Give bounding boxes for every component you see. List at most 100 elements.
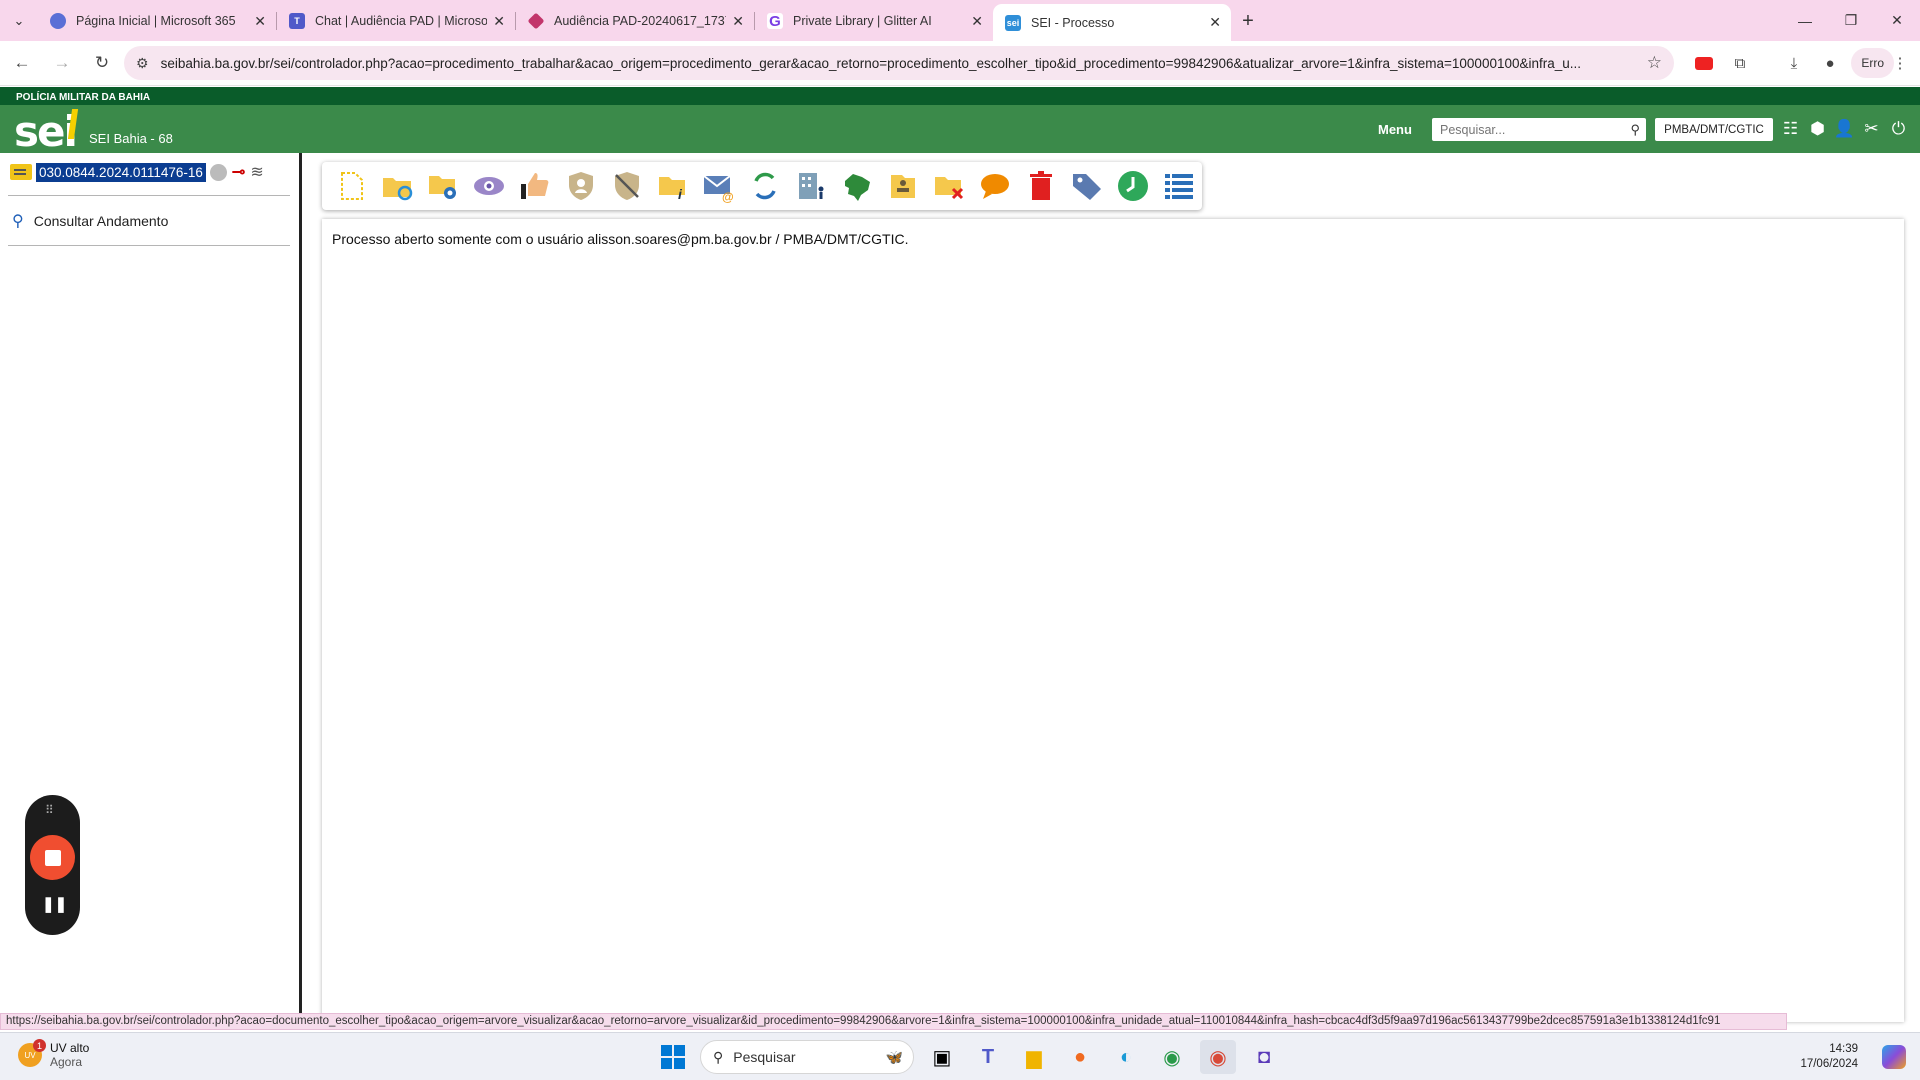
- browser-tab-glitter[interactable]: G Private Library | Glitter AI ✕: [755, 4, 993, 38]
- taskbar-search[interactable]: ⚲ Pesquisar 🦋: [700, 1040, 914, 1074]
- system-clock[interactable]: 14:39 17/06/2024: [1800, 1042, 1858, 1072]
- glitter-icon: G: [767, 13, 783, 30]
- microsoft365-icon: [50, 13, 66, 29]
- svg-text:@: @: [722, 190, 734, 203]
- stop-recording-button[interactable]: [30, 835, 75, 880]
- teams-app-icon[interactable]: T: [970, 1040, 1006, 1074]
- tab-title: Private Library | Glitter AI: [793, 14, 932, 28]
- browser-tab-microsoft365[interactable]: Página Inicial | Microsoft 365 ✕: [38, 4, 276, 38]
- tools-icon[interactable]: ✂: [1861, 117, 1882, 141]
- search-icon: ⚲: [12, 213, 24, 230]
- process-row[interactable]: 030.0844.2024.0111476-16 ⊸ ≋: [10, 162, 264, 182]
- site-settings-icon[interactable]: ⚙: [136, 55, 149, 72]
- back-arrow-icon[interactable]: ←: [4, 45, 40, 81]
- menu-button[interactable]: Menu: [1378, 122, 1412, 137]
- drag-handle-icon[interactable]: ⠿: [45, 803, 54, 817]
- shield-off-icon[interactable]: [608, 167, 646, 205]
- search-highlight-icon: 🦋: [885, 1048, 903, 1065]
- list-icon[interactable]: [1160, 167, 1198, 205]
- clock-date: 17/06/2024: [1800, 1058, 1858, 1070]
- taskbar-apps: ⚲ Pesquisar 🦋 ▣ T ▆ ● ◐ ◉ ◉ ◘: [656, 1040, 1282, 1074]
- file-explorer-icon[interactable]: ▆: [1016, 1040, 1052, 1074]
- omnibox[interactable]: ⚙ seibahia.ba.gov.br/sei/controlador.php…: [124, 46, 1674, 80]
- thumbs-up-icon[interactable]: [516, 167, 554, 205]
- weather-widget[interactable]: UV 1 UV alto Agora: [18, 1039, 89, 1069]
- refresh-icon[interactable]: [746, 167, 784, 205]
- forward-arrow-icon[interactable]: →: [44, 45, 80, 81]
- status-bar-url: https://seibahia.ba.gov.br/sei/controlad…: [0, 1013, 1787, 1030]
- tag-icon[interactable]: [1068, 167, 1106, 205]
- close-tab-icon[interactable]: ✕: [1209, 14, 1221, 31]
- process-number[interactable]: 030.0844.2024.0111476-16: [36, 162, 206, 182]
- new-tab-plus-icon[interactable]: +: [1231, 4, 1265, 38]
- folder-info-icon[interactable]: i: [654, 167, 692, 205]
- close-tab-icon[interactable]: ✕: [493, 13, 505, 30]
- sei-logo[interactable]: sei: [14, 107, 78, 156]
- profile-avatar-icon[interactable]: ●: [1818, 47, 1842, 79]
- comment-icon[interactable]: [976, 167, 1014, 205]
- tab-title: SEI - Processo: [1031, 15, 1115, 30]
- chrome-profile-icon[interactable]: ◉: [1200, 1040, 1236, 1074]
- restore-icon[interactable]: ❐: [1828, 0, 1874, 41]
- search-icon[interactable]: ⚲: [1630, 122, 1640, 138]
- browser-tab-sei-processo[interactable]: sei SEI - Processo ✕: [993, 4, 1231, 41]
- download-icon[interactable]: ⤓: [1782, 47, 1806, 79]
- user-icon[interactable]: 👤: [1834, 117, 1855, 141]
- database-icon: ≋: [250, 164, 264, 181]
- consult-progress-link[interactable]: ⚲ Consultar Andamento: [12, 211, 168, 231]
- edge-icon[interactable]: ◐: [1108, 1040, 1144, 1074]
- browser-tab-bar: ⌄ Página Inicial | Microsoft 365 ✕ T Cha…: [0, 0, 1920, 41]
- divider: [8, 245, 290, 246]
- copilot-icon[interactable]: [1882, 1045, 1906, 1069]
- new-document-icon[interactable]: [332, 167, 370, 205]
- teams-icon: T: [289, 13, 305, 29]
- url-text[interactable]: seibahia.ba.gov.br/sei/controlador.php?a…: [161, 56, 1635, 71]
- screen-recorder-app-icon[interactable]: ◘: [1246, 1040, 1282, 1074]
- view-eye-icon[interactable]: [470, 167, 508, 205]
- reopen-folder-icon[interactable]: [378, 167, 416, 205]
- process-message: Processo aberto somente com o usuário al…: [332, 231, 909, 247]
- alert-icon[interactable]: ⬢: [1807, 117, 1828, 141]
- browser-tab-teams-chat[interactable]: T Chat | Audiência PAD | Microsof ✕: [277, 4, 515, 38]
- process-content-frame: Processo aberto somente com o usuário al…: [322, 219, 1904, 1022]
- protection-shield-icon[interactable]: [562, 167, 600, 205]
- unit-selector[interactable]: PMBA/DMT/CGTIC: [1655, 118, 1773, 141]
- reload-icon[interactable]: ↻: [84, 45, 120, 81]
- consult-label[interactable]: Consultar Andamento: [34, 213, 169, 229]
- close-window-icon[interactable]: ✕: [1874, 0, 1920, 41]
- pause-recording-button[interactable]: ❚❚: [42, 895, 67, 913]
- uv-label: UV: [24, 1050, 36, 1060]
- browser-menu-dots-icon[interactable]: ⋮: [1890, 47, 1910, 79]
- stream-icon: [527, 12, 545, 30]
- folder-settings-icon[interactable]: [424, 167, 462, 205]
- clock-icon[interactable]: [1114, 167, 1152, 205]
- youtube-extension-icon[interactable]: [1692, 47, 1716, 79]
- power-icon[interactable]: ⏻: [1888, 117, 1909, 141]
- close-tab-icon[interactable]: ✕: [971, 13, 983, 30]
- sei-search-box[interactable]: ⚲: [1432, 118, 1646, 141]
- task-view-icon[interactable]: ▣: [924, 1040, 960, 1074]
- close-tab-icon[interactable]: ✕: [732, 13, 744, 30]
- bookmark-star-icon[interactable]: ☆: [1647, 53, 1662, 73]
- chrome-icon[interactable]: ◉: [1154, 1040, 1190, 1074]
- close-tab-icon[interactable]: ✕: [254, 13, 266, 30]
- extensions-puzzle-icon[interactable]: ⧉: [1728, 47, 1752, 79]
- windows-start-icon[interactable]: [656, 1040, 690, 1074]
- email-icon[interactable]: @: [700, 167, 738, 205]
- folder-person-icon[interactable]: [884, 167, 922, 205]
- trash-icon[interactable]: [1022, 167, 1060, 205]
- clock-time: 14:39: [1829, 1043, 1858, 1055]
- org-name: POLÍCIA MILITAR DA BAHIA: [16, 92, 151, 103]
- firefox-icon[interactable]: ●: [1062, 1040, 1098, 1074]
- tab-title: Chat | Audiência PAD | Microsof: [315, 14, 488, 28]
- brazil-map-icon[interactable]: [838, 167, 876, 205]
- building-icon[interactable]: [792, 167, 830, 205]
- list-view-icon[interactable]: ☷: [1780, 117, 1801, 141]
- folder-remove-icon[interactable]: [930, 167, 968, 205]
- sei-search-input[interactable]: [1440, 122, 1631, 137]
- minimize-icon[interactable]: —: [1782, 0, 1828, 41]
- tab-search-chevron-icon[interactable]: ⌄: [0, 0, 38, 41]
- profile-error-button[interactable]: Erro: [1851, 48, 1894, 78]
- weather-subtitle: Agora: [50, 1055, 83, 1069]
- browser-tab-audiencia[interactable]: Audiência PAD-20240617_1737 ✕: [516, 4, 754, 38]
